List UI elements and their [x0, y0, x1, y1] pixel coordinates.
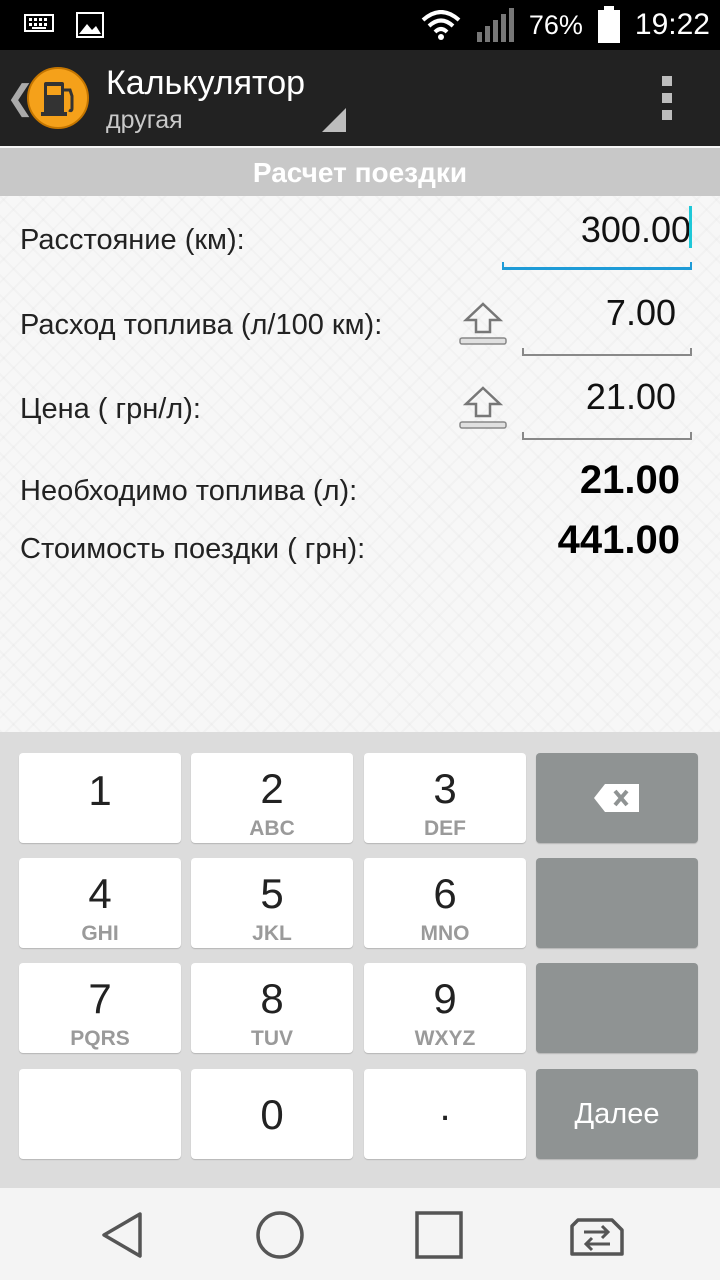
app-title: Калькулятор — [106, 64, 306, 102]
numeric-keyboard: 1 2 ABC 3 DEF 4 GHI 5 JKL 6 MNO 7 PQRS 8… — [0, 732, 720, 1188]
key-5[interactable]: 5 JKL — [191, 858, 353, 948]
key-0[interactable]: 0 — [191, 1069, 353, 1159]
text-cursor — [689, 206, 692, 248]
key-2[interactable]: 2 ABC — [191, 753, 353, 843]
navigation-bar — [0, 1188, 720, 1280]
action-bar: ❮ Калькулятор другая — [0, 50, 720, 146]
status-bar: 76% 19:22 — [0, 0, 720, 50]
section-header: Расчет поездки — [0, 148, 720, 196]
fuel-needed-label: Необходимо топлива (л): — [20, 475, 358, 507]
app-subtitle-spinner[interactable]: другая — [106, 106, 183, 135]
key-8[interactable]: 8 TUV — [191, 963, 353, 1053]
distance-input[interactable]: 300.00 — [502, 206, 692, 270]
wifi-icon — [421, 10, 461, 40]
price-label: Цена ( грн/л): — [20, 393, 201, 425]
backspace-icon — [594, 784, 639, 812]
key-6[interactable]: 6 MNO — [364, 858, 526, 948]
key-9[interactable]: 9 WXYZ — [364, 963, 526, 1053]
battery-icon — [597, 6, 620, 43]
price-input[interactable]: 21.00 — [522, 376, 692, 440]
trip-cost-value: 441.00 — [557, 518, 680, 562]
trip-cost-label: Стоимость поездки ( грн): — [20, 533, 366, 565]
switch-app-icon[interactable] — [566, 1210, 628, 1260]
next-key[interactable]: Далее — [536, 1069, 698, 1159]
key-4[interactable]: 4 GHI — [19, 858, 181, 948]
upload-arrow-icon-2[interactable] — [456, 384, 510, 430]
home-icon[interactable] — [255, 1210, 305, 1260]
upload-arrow-icon[interactable] — [456, 300, 510, 346]
trip-form: Расстояние (км): 300.00 Расход топлива (… — [0, 196, 720, 732]
consumption-label: Расход топлива (л/100 км): — [20, 309, 383, 341]
key-7[interactable]: 7 PQRS — [19, 963, 181, 1053]
overflow-menu-icon[interactable] — [662, 76, 674, 120]
key-3[interactable]: 3 DEF — [364, 753, 526, 843]
fuel-pump-icon[interactable] — [26, 66, 90, 130]
spinner-indicator-icon — [322, 108, 346, 132]
key-dot[interactable]: . — [364, 1069, 526, 1159]
image-icon — [76, 12, 104, 38]
consumption-value: 7.00 — [605, 292, 676, 333]
blank-key-left-4[interactable] — [19, 1069, 181, 1159]
backspace-key[interactable] — [536, 753, 698, 843]
battery-percent: 76% — [528, 9, 583, 40]
distance-value: 300.00 — [580, 209, 691, 250]
blank-key-right-2[interactable] — [536, 858, 698, 948]
blank-key-right-3[interactable] — [536, 963, 698, 1053]
clock: 19:22 — [634, 8, 710, 41]
consumption-input[interactable]: 7.00 — [522, 292, 692, 356]
distance-label: Расстояние (км): — [20, 224, 245, 256]
fuel-needed-value: 21.00 — [579, 458, 680, 502]
keyboard-icon — [24, 14, 54, 32]
recent-apps-icon[interactable] — [414, 1210, 464, 1260]
signal-icon — [476, 8, 514, 42]
key-1[interactable]: 1 — [19, 753, 181, 843]
price-value: 21.00 — [585, 376, 676, 417]
back-icon[interactable] — [98, 1210, 146, 1260]
